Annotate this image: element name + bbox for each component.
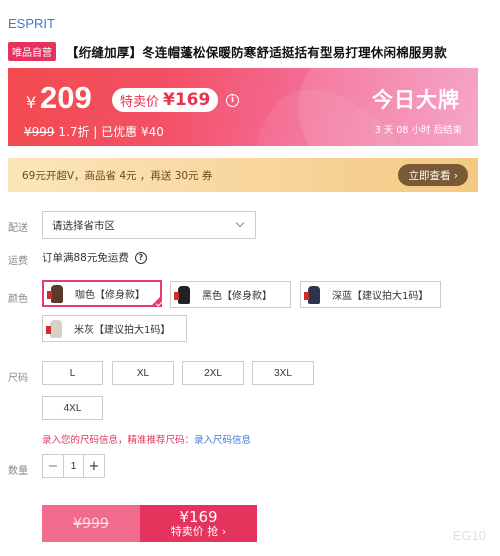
coupon-savings: 已优惠 ¥40 xyxy=(101,125,164,139)
size-option-4xl[interactable]: 4XL xyxy=(42,396,103,420)
vip-promo-bar: 69元开超V，商品省 4元 ，再送 30元 券 立即查看 › xyxy=(8,158,478,192)
buy-button-group: ¥999 ¥169 特卖价 抢 › xyxy=(42,505,257,542)
tag-marker xyxy=(47,290,52,299)
promo-title: 今日大牌 xyxy=(372,88,460,112)
color-option-coffee[interactable]: 咖色【修身款】 xyxy=(42,280,162,307)
product-title: 【绗缝加厚】冬连帽蓬松保暖防寒舒适挺括有型易打理休闲棉服男款 xyxy=(66,45,448,60)
size-hint-text: 录入您的尺码信息，精准推荐尺码： xyxy=(42,435,195,446)
tag-marker xyxy=(46,325,51,334)
self-operated-badge: 唯品自营 xyxy=(8,42,56,61)
delivery-label: 配送 xyxy=(8,223,28,234)
color-thumbnail xyxy=(174,284,194,306)
sale-price-value: ¥169 xyxy=(163,90,211,110)
color-thumbnail xyxy=(47,283,67,305)
vip-promo-text: 69元开超V，商品省 4元 ，再送 30元 券 xyxy=(22,169,213,182)
increase-button[interactable]: + xyxy=(84,455,104,477)
jacket-swatch xyxy=(308,285,320,304)
shipping-info: 订单满88元免运费 ? xyxy=(42,250,147,265)
buy-price: ¥169 xyxy=(179,507,218,526)
sale-price-label: 特卖价 xyxy=(120,94,160,110)
help-icon[interactable]: ? xyxy=(134,251,147,264)
brand-name[interactable]: ESPRIT xyxy=(8,16,55,31)
size-option-xl[interactable]: XL xyxy=(112,361,174,385)
title-row: 唯品自营 【绗缝加厚】冬连帽蓬松保暖防寒舒适挺括有型易打理休闲棉服男款 xyxy=(8,42,498,61)
price-subline: ¥999 1.7折 | 已优惠 ¥40 xyxy=(24,123,164,140)
enter-size-link[interactable]: 录入尺码信息 xyxy=(194,435,251,446)
color-option-navy[interactable]: 深蓝【建议拍大1码】 xyxy=(300,281,441,308)
info-icon[interactable]: i xyxy=(226,94,239,107)
size-label: 尺码 xyxy=(8,373,28,384)
tag-marker xyxy=(304,291,309,300)
watermark: EG10 xyxy=(452,528,486,543)
region-select-value: 请选择省市区 xyxy=(52,219,115,232)
selected-check-icon xyxy=(150,295,162,307)
buy-now-button[interactable]: ¥169 特卖价 抢 › xyxy=(140,505,257,542)
quantity-input[interactable]: 1 xyxy=(63,455,84,477)
quantity-stepper: − 1 + xyxy=(42,454,105,478)
size-hint: 录入您的尺码信息，精准推荐尺码：录入尺码信息 xyxy=(42,432,251,446)
tag-marker xyxy=(174,291,179,300)
chevron-down-icon xyxy=(235,218,245,228)
view-now-button[interactable]: 立即查看 › xyxy=(398,164,468,186)
color-thumbnail xyxy=(304,284,324,306)
price-separator: | xyxy=(93,125,98,139)
shipping-label: 运费 xyxy=(8,256,28,267)
color-thumbnail xyxy=(46,318,66,340)
size-option-3xl[interactable]: 3XL xyxy=(252,361,314,385)
quantity-label: 数量 xyxy=(8,466,28,477)
price-banner: ¥ 209 特卖价 ¥169 i ¥999 1.7折 | 已优惠 ¥40 今日大… xyxy=(8,68,478,146)
color-label: 颜色 xyxy=(8,294,28,305)
color-option-black[interactable]: 黑色【修身款】 xyxy=(170,281,291,308)
decrease-button[interactable]: − xyxy=(43,455,63,477)
original-price-button[interactable]: ¥999 xyxy=(42,505,140,542)
color-option-label: 米灰【建议拍大1码】 xyxy=(74,325,171,336)
original-price: ¥999 xyxy=(24,125,55,139)
region-select[interactable]: 请选择省市区 xyxy=(42,211,256,239)
jacket-swatch xyxy=(50,319,62,338)
color-option-label: 深蓝【建议拍大1码】 xyxy=(332,291,429,302)
color-option-label: 咖色【修身款】 xyxy=(75,290,145,301)
color-option-beige-grey[interactable]: 米灰【建议拍大1码】 xyxy=(42,315,187,342)
buy-action-label: 特卖价 抢 › xyxy=(170,524,227,538)
size-option-2xl[interactable]: 2XL xyxy=(182,361,244,385)
shipping-text: 订单满88元免运费 xyxy=(42,252,129,264)
jacket-swatch xyxy=(51,284,63,303)
discount-rate: 1.7折 xyxy=(58,125,90,139)
countdown-timer: 3 天 08 小时 后结束 xyxy=(374,125,462,136)
current-price: 209 xyxy=(40,80,92,115)
currency-symbol: ¥ xyxy=(26,93,37,112)
size-option-l[interactable]: L xyxy=(42,361,103,385)
sale-price-pill: 特卖价 ¥169 xyxy=(112,88,219,112)
color-option-label: 黑色【修身款】 xyxy=(202,291,272,302)
jacket-swatch xyxy=(178,285,190,304)
